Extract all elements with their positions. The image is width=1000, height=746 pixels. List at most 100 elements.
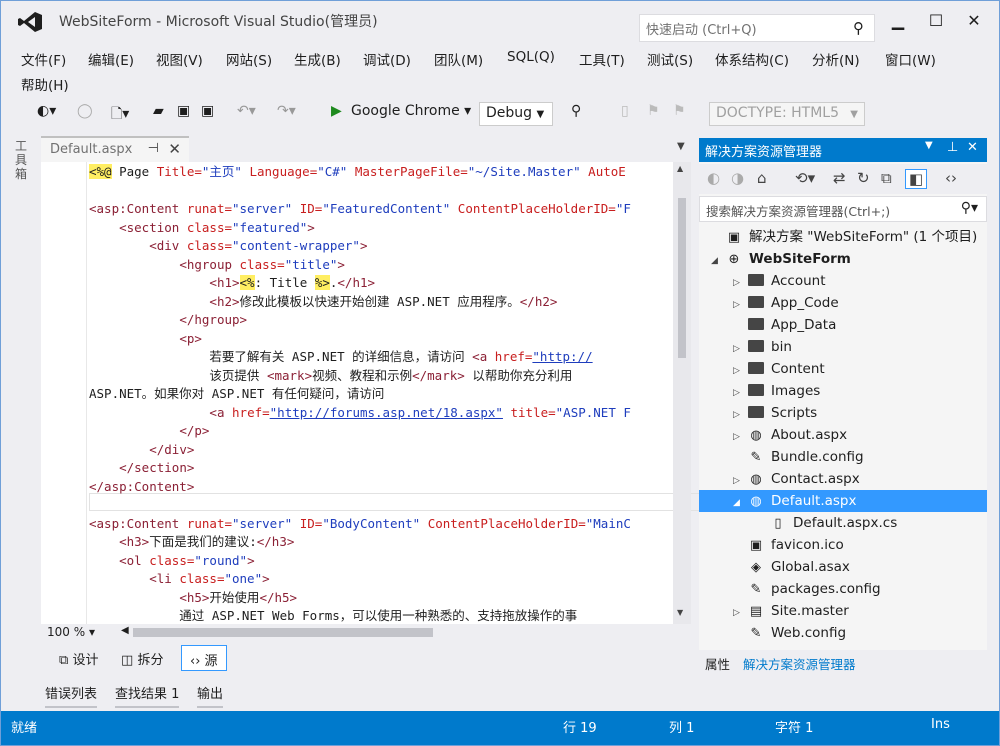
- tree-item[interactable]: ✎ Bundle.config: [699, 446, 987, 468]
- pending-changes-icon[interactable]: ⟲▾: [795, 169, 815, 187]
- menu-website[interactable]: 网站(S): [226, 49, 272, 69]
- document-dropdown-icon[interactable]: ▼: [677, 141, 685, 152]
- tree-item[interactable]: ▷ Content: [699, 358, 987, 380]
- tree-item[interactable]: ▷ bin: [699, 336, 987, 358]
- zoom-level[interactable]: 100 % ▾: [47, 625, 95, 639]
- tree-item[interactable]: ▣ 解决方案 "WebSiteForm" (1 个项目): [699, 226, 987, 248]
- code-line[interactable]: </p>: [89, 422, 209, 440]
- menu-build[interactable]: 生成(B): [294, 49, 341, 69]
- expand-arrow-icon[interactable]: ▷: [733, 382, 747, 404]
- bookmark-icon[interactable]: ⚑: [647, 103, 660, 125]
- forward-icon[interactable]: ◑: [731, 169, 744, 187]
- code-line[interactable]: <div class="content-wrapper">: [89, 237, 367, 255]
- menu-help[interactable]: 帮助(H): [21, 74, 69, 94]
- code-line[interactable]: </section>: [89, 459, 194, 477]
- output-tab[interactable]: 输出: [197, 683, 224, 708]
- code-line[interactable]: </asp:Content>: [89, 478, 194, 496]
- tree-item[interactable]: ▯ Default.aspx.cs: [699, 512, 987, 534]
- code-line[interactable]: <ol class="round">: [89, 552, 254, 570]
- menu-analyze[interactable]: 分析(N): [812, 49, 860, 69]
- new-project-icon[interactable]: 🗋▾: [111, 103, 129, 125]
- expand-arrow-icon[interactable]: ▷: [733, 602, 747, 624]
- source-view-tab[interactable]: ‹› 源: [181, 645, 227, 671]
- tree-item[interactable]: ✎ Web.config: [699, 622, 987, 644]
- tree-item[interactable]: ◈ Global.asax: [699, 556, 987, 578]
- menu-file[interactable]: 文件(F): [21, 49, 66, 69]
- code-line[interactable]: 该页提供 <mark>视频、教程和示例</mark> 以帮助你充分利用: [89, 367, 572, 385]
- refresh-icon[interactable]: ↻: [857, 169, 870, 187]
- home-icon[interactable]: ⌂: [757, 169, 767, 187]
- menu-view[interactable]: 视图(V): [156, 49, 203, 69]
- code-line[interactable]: <h3>下面是我们的建议:</h3>: [89, 533, 294, 551]
- expand-arrow-icon[interactable]: ▷: [733, 294, 747, 316]
- code-line[interactable]: <h1><%: Title %>.</h1>: [89, 274, 375, 292]
- menu-edit[interactable]: 编辑(E): [88, 49, 134, 69]
- toolbox-strip[interactable]: 工具箱: [1, 135, 41, 721]
- tree-item[interactable]: ▷ ◍ Contact.aspx: [699, 468, 987, 490]
- start-debugging-icon[interactable]: ▶: [331, 103, 342, 125]
- menu-architecture[interactable]: 体系结构(C): [715, 49, 789, 69]
- scroll-down-icon[interactable]: ▼: [677, 608, 683, 617]
- expand-arrow-icon[interactable]: ▷: [733, 404, 747, 426]
- code-line[interactable]: <section class="featured">: [89, 219, 315, 237]
- code-line[interactable]: <li class="one">: [89, 570, 269, 588]
- pin-icon[interactable]: ⊥: [947, 140, 958, 155]
- view-in-browser-icon[interactable]: ▯: [621, 103, 629, 125]
- menu-window[interactable]: 窗口(W): [885, 49, 936, 69]
- code-line[interactable]: ASP.NET。如果你对 ASP.NET 有任何疑问，请访问: [89, 385, 384, 403]
- menu-sql[interactable]: SQL(Q): [507, 49, 555, 65]
- code-line[interactable]: <%@ Page Title="主页" Language="C#" Master…: [89, 163, 626, 181]
- code-line[interactable]: 通过 ASP.NET Web Forms，可以使用一种熟悉的、支持拖放操作的事: [89, 607, 577, 624]
- scroll-up-icon[interactable]: ▲: [677, 164, 683, 173]
- pin-icon[interactable]: ⊣: [148, 141, 159, 156]
- open-file-icon[interactable]: ▰: [153, 103, 164, 125]
- design-view-tab[interactable]: ⧉ 设计: [51, 645, 106, 671]
- menu-debug[interactable]: 调试(D): [363, 49, 411, 69]
- tree-item[interactable]: ✎ packages.config: [699, 578, 987, 600]
- code-line[interactable]: 若要了解有关 ASP.NET 的详细信息，请访问 <a href="http:/…: [89, 348, 592, 366]
- error-list-tab[interactable]: 错误列表: [45, 683, 98, 708]
- tree-item[interactable]: ▷ ▤ Site.master: [699, 600, 987, 622]
- code-line[interactable]: <h2>修改此模板以快速开始创建 ASP.NET 应用程序。</h2>: [89, 293, 557, 311]
- expand-arrow-icon[interactable]: ▷: [733, 272, 747, 294]
- close-icon[interactable]: ✕: [967, 140, 978, 155]
- menu-tools[interactable]: 工具(T): [579, 49, 625, 69]
- close-tab-icon[interactable]: ✕: [168, 140, 181, 158]
- code-line[interactable]: </hgroup>: [89, 311, 247, 329]
- save-all-icon[interactable]: ▣: [201, 103, 214, 125]
- back-icon[interactable]: ◐: [707, 169, 720, 187]
- configuration-select[interactable]: Debug ▼: [479, 102, 553, 126]
- tree-item[interactable]: ▣ favicon.ico: [699, 534, 987, 556]
- maximize-button[interactable]: ☐: [921, 11, 951, 35]
- tree-item[interactable]: ◢ ⊕ WebSiteForm: [699, 248, 987, 270]
- code-line[interactable]: <hgroup class="title">: [89, 256, 345, 274]
- comment-icon[interactable]: ⚑: [673, 103, 686, 125]
- expanded-arrow-icon[interactable]: ◢: [733, 492, 747, 514]
- redo-icon[interactable]: ↷▾: [277, 103, 296, 125]
- code-line[interactable]: <h5>开始使用</h5>: [89, 589, 297, 607]
- code-editor[interactable]: <%@ Page Title="主页" Language="C#" Master…: [41, 162, 713, 624]
- quick-launch-input[interactable]: 快速启动 (Ctrl+Q) ⚲: [639, 14, 875, 42]
- code-line[interactable]: <asp:Content runat="server" ID="BodyCont…: [89, 515, 631, 533]
- solution-search-input[interactable]: 搜索解决方案资源管理器(Ctrl+;) ⚲▾: [699, 196, 987, 222]
- forward-icon[interactable]: ◯: [77, 103, 93, 125]
- back-icon[interactable]: ◐▾: [37, 103, 56, 125]
- find-icon[interactable]: ⚲: [571, 103, 581, 125]
- undo-icon[interactable]: ↶▾: [237, 103, 256, 125]
- sync-icon[interactable]: ⇄: [833, 169, 846, 187]
- menu-test[interactable]: 测试(S): [647, 49, 693, 69]
- expand-arrow-icon[interactable]: ▷: [733, 338, 747, 360]
- expand-arrow-icon[interactable]: ▷: [733, 360, 747, 382]
- minimize-button[interactable]: ▁: [883, 11, 913, 35]
- doctype-select[interactable]: DOCTYPE: HTML5 ▼: [709, 102, 865, 126]
- tree-item[interactable]: ▷ ◍ About.aspx: [699, 424, 987, 446]
- view-code-icon[interactable]: ‹›: [945, 169, 957, 187]
- document-tab-default-aspx[interactable]: Default.aspx ⊣ ✕: [41, 136, 189, 162]
- run-target-button[interactable]: Google Chrome ▾: [351, 103, 471, 125]
- scroll-left-icon[interactable]: ◀: [121, 625, 129, 636]
- code-line[interactable]: </div>: [89, 441, 194, 459]
- tree-item[interactable]: ▷ Images: [699, 380, 987, 402]
- solution-explorer-tab[interactable]: 解决方案资源管理器: [743, 654, 856, 673]
- close-button[interactable]: ✕: [959, 11, 989, 35]
- panel-menu-icon[interactable]: ▼: [925, 140, 933, 151]
